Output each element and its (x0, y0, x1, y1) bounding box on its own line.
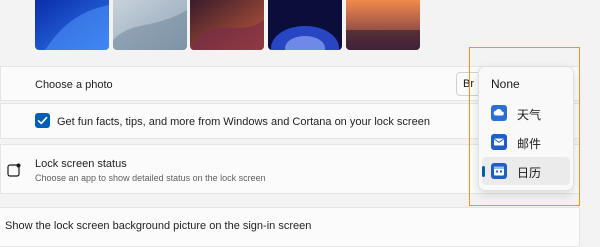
mail-icon (491, 134, 507, 150)
lock-screen-status-title: Lock screen status (35, 158, 127, 170)
status-app-dropdown: None 天气 邮件 日历 (478, 66, 574, 191)
selected-indicator (482, 166, 485, 177)
dropdown-item-label: 日历 (517, 166, 542, 180)
dropdown-item-mail[interactable]: 邮件 (482, 128, 570, 156)
photo-thumbnail[interactable] (35, 0, 109, 50)
dropdown-item-label: None (491, 77, 520, 91)
dropdown-item-label: 邮件 (517, 137, 542, 151)
dropdown-item-none[interactable]: None (482, 70, 570, 98)
dropdown-item-calendar[interactable]: 日历 (482, 157, 570, 185)
dropdown-item-label: 天气 (517, 108, 542, 122)
photo-thumbnails (35, 0, 580, 50)
photo-thumbnail[interactable] (346, 0, 420, 50)
signin-background-row: Show the lock screen background picture … (0, 207, 580, 247)
photo-thumbnail[interactable] (190, 0, 264, 50)
weather-icon (491, 105, 507, 121)
photo-thumbnail[interactable] (113, 0, 187, 50)
checkmark-icon (37, 116, 48, 125)
dropdown-item-weather[interactable]: 天气 (482, 99, 570, 127)
choose-photo-label: Choose a photo (35, 79, 113, 91)
fun-facts-checkbox[interactable] (35, 113, 50, 128)
lock-screen-status-subtitle: Choose an app to show detailed status on… (35, 173, 266, 183)
fun-facts-label: Get fun facts, tips, and more from Windo… (57, 116, 430, 128)
photo-thumbnail[interactable] (268, 0, 342, 50)
lock-screen-status-icon (7, 163, 21, 177)
calendar-icon (491, 163, 507, 179)
signin-background-label: Show the lock screen background picture … (5, 220, 312, 232)
